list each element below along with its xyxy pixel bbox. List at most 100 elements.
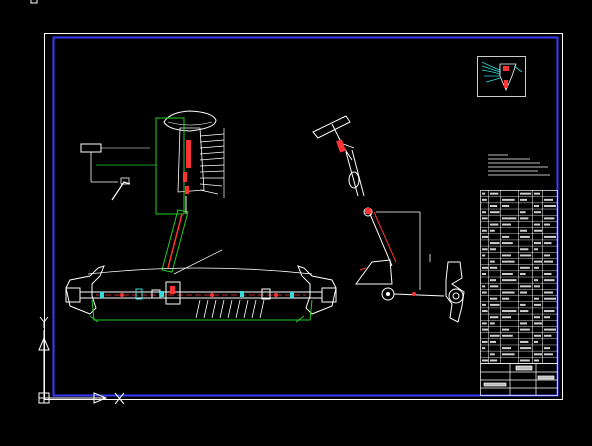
parts-table-cell-text bbox=[544, 297, 556, 300]
parts-table-cell-text bbox=[482, 266, 489, 269]
parts-table-cell-text bbox=[534, 242, 541, 245]
parts-table-cell-text bbox=[490, 223, 499, 226]
parts-table-cell-text bbox=[482, 192, 486, 195]
parts-table-cell-text bbox=[544, 205, 556, 208]
parts-table-cell-text bbox=[502, 260, 515, 263]
parts-table-cell-text bbox=[544, 254, 550, 257]
parts-table-cell-text bbox=[520, 248, 529, 251]
parts-table-cell-text bbox=[520, 322, 527, 325]
parts-table-cell-text bbox=[544, 223, 550, 226]
parts-table-cell-text bbox=[534, 316, 540, 319]
parts-table-cell-text bbox=[482, 340, 488, 343]
parts-table-cell-text bbox=[490, 248, 496, 251]
parts-table-cell-text bbox=[490, 322, 495, 325]
parts-table-cell-text bbox=[482, 285, 486, 288]
parts-table-cell-text bbox=[490, 211, 500, 214]
parts-table-cell-text bbox=[534, 229, 542, 232]
parts-table-cell-text bbox=[490, 297, 498, 300]
parts-table-cell-text bbox=[534, 322, 542, 325]
parts-table-cell-text bbox=[482, 359, 489, 362]
parts-table-cell-text bbox=[502, 328, 510, 331]
parts-table-cell-text bbox=[482, 217, 488, 220]
parts-table-cell-text bbox=[520, 347, 532, 350]
parts-table-cell-text bbox=[490, 285, 499, 288]
parts-table-cell-text bbox=[482, 291, 487, 294]
parts-table-cell-text bbox=[490, 266, 498, 269]
parts-table-cell-text bbox=[482, 229, 487, 232]
parts-table-cell-text bbox=[534, 334, 541, 337]
parts-table-cell-text bbox=[502, 347, 511, 350]
parts-table-cell-text bbox=[520, 266, 530, 269]
parts-table-cell-text bbox=[520, 328, 530, 331]
parts-table-cell-text bbox=[534, 223, 540, 226]
parts-table-cell-text bbox=[482, 272, 486, 275]
parts-table-cell-text bbox=[534, 248, 538, 251]
parts-table-cell-text bbox=[534, 353, 542, 356]
parts-table-cell-text bbox=[534, 340, 538, 343]
parts-table-cell-text bbox=[544, 310, 555, 313]
parts-table-cell-text bbox=[490, 340, 496, 343]
parts-table-cell-text bbox=[520, 229, 527, 232]
parts-table-cell-text bbox=[544, 217, 555, 220]
parts-table-cell-text bbox=[534, 260, 542, 263]
parts-table-cell-text bbox=[502, 242, 513, 245]
parts-table-cell-text bbox=[490, 303, 500, 306]
parts-table-cell-text bbox=[490, 260, 495, 263]
parts-table-cell-text bbox=[520, 235, 530, 238]
front-view bbox=[65, 110, 337, 323]
cad-drawing-canvas bbox=[30, 0, 563, 405]
parts-table-cell-text bbox=[502, 334, 513, 337]
parts-table-cell-text bbox=[534, 303, 541, 306]
parts-table-cell-text bbox=[544, 272, 552, 275]
parts-table-cell-text bbox=[482, 235, 489, 238]
parts-table-cell-text bbox=[490, 229, 495, 232]
parts-table-cell-text bbox=[544, 353, 553, 356]
parts-list-table bbox=[480, 190, 558, 364]
parts-table-cell-text bbox=[544, 279, 555, 282]
parts-table-cell-text bbox=[482, 303, 486, 306]
parts-table-cell-text bbox=[544, 235, 556, 238]
parts-table-cell-text bbox=[502, 205, 510, 208]
parts-table-cell-text bbox=[482, 328, 489, 331]
parts-table-cell-text bbox=[520, 198, 527, 201]
parts-table-cell-text bbox=[520, 310, 529, 313]
parts-table-cell-text bbox=[520, 303, 526, 306]
parts-table-cell-text bbox=[520, 192, 532, 195]
title-block bbox=[480, 363, 558, 396]
parts-table-cell-text bbox=[490, 205, 498, 208]
detail-view bbox=[477, 56, 526, 97]
parts-table-cell-text bbox=[502, 291, 515, 294]
parts-table-cell-text bbox=[482, 248, 488, 251]
drawing-border bbox=[52, 36, 559, 397]
parts-table-cell-text bbox=[502, 279, 517, 282]
parts-table-cell-text bbox=[520, 217, 529, 220]
parts-table-cell-text bbox=[534, 205, 539, 208]
parts-table-cell-text bbox=[490, 353, 495, 356]
parts-table-cell-text bbox=[520, 340, 529, 343]
parts-table-cell-text bbox=[502, 223, 511, 226]
parts-table-cell-text bbox=[490, 316, 499, 319]
parts-table-cell-text bbox=[520, 359, 530, 362]
parts-table-cell-text bbox=[534, 279, 538, 282]
parts-table-cell-text bbox=[482, 198, 487, 201]
parts-table-cell-text bbox=[534, 211, 541, 214]
parts-table-cell-text bbox=[490, 192, 499, 195]
parts-table-cell-text bbox=[502, 198, 515, 201]
parts-table-cell-text bbox=[502, 235, 510, 238]
sheet-outer-frame bbox=[44, 33, 563, 400]
parts-table-cell-text bbox=[502, 310, 517, 313]
parts-table-cell-text bbox=[534, 266, 539, 269]
parts-table-cell-text bbox=[482, 322, 487, 325]
parts-table-cell-text bbox=[502, 254, 511, 257]
parts-table-cell-text bbox=[490, 359, 498, 362]
parts-table-cell-text bbox=[502, 272, 513, 275]
parts-table-cell-text bbox=[520, 211, 526, 214]
parts-table-cell-text bbox=[544, 242, 552, 245]
parts-table-cell-text bbox=[534, 285, 540, 288]
parts-table-cell-text bbox=[490, 279, 496, 282]
parts-table-cell-text bbox=[502, 217, 517, 220]
parts-table-cell-text bbox=[490, 334, 500, 337]
parts-table-cell-text bbox=[544, 260, 553, 263]
parts-table-cell-text bbox=[544, 328, 556, 331]
parts-table-cell-text bbox=[534, 192, 540, 195]
